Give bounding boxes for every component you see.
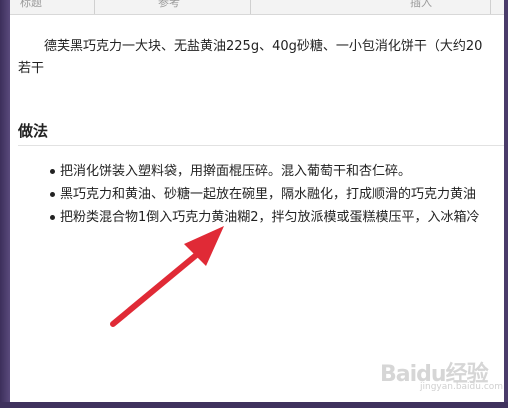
watermark-url: jingyan.baidu.com	[420, 382, 504, 392]
window-frame-bottom	[0, 402, 508, 408]
annotation-arrow-icon	[110, 226, 224, 327]
article-page: 标题 参考 插入 德芙黑巧克力一大块、无盐黄油225g、40g砂糖、一小包消化饼…	[10, 0, 504, 402]
baidu-watermark: Baidu经验 jingyan.baidu.com	[380, 354, 503, 394]
window-frame-right	[504, 0, 508, 408]
window-frame-left	[0, 0, 10, 408]
